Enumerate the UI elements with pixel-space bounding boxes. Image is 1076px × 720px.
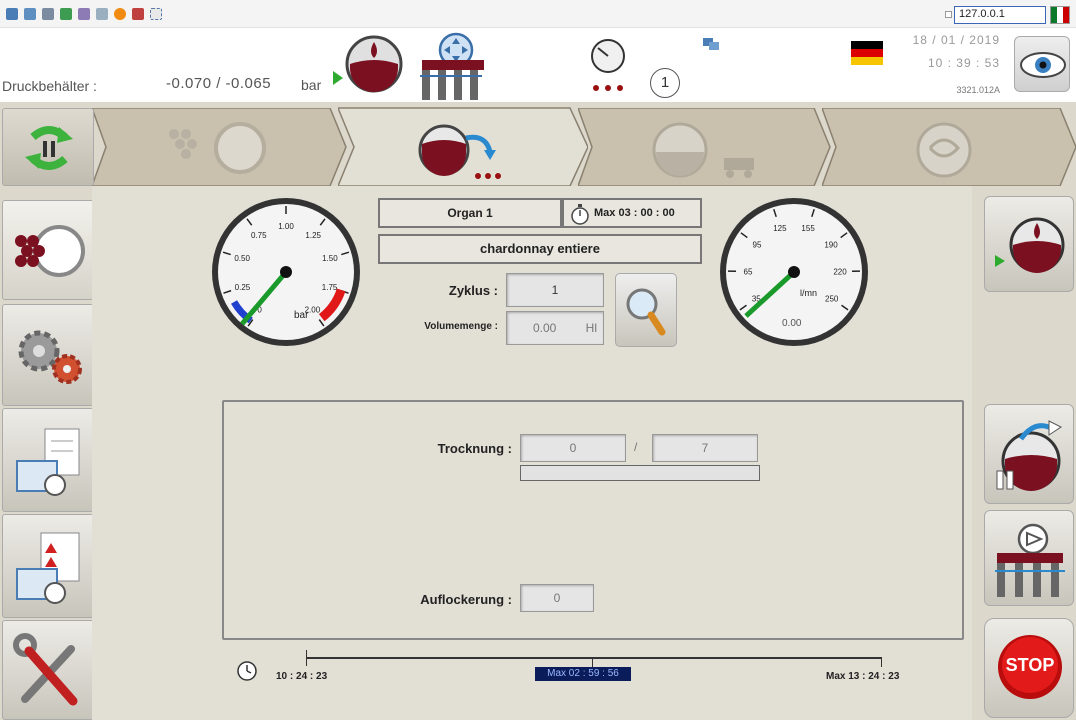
rotation-button[interactable]	[984, 404, 1074, 504]
play-arrow-icon	[333, 71, 343, 85]
pressure-tank-label: Druckbehälter :	[2, 78, 97, 94]
date-display: 18 / 01 / 2019	[912, 33, 1000, 47]
pressure-gauge-icon	[591, 39, 625, 91]
product-box[interactable]: chardonnay entiere	[378, 234, 702, 264]
pressure-tank-values: -0.070 / -0.065	[166, 75, 272, 92]
flow-gauge-unit: l/mn	[800, 288, 817, 298]
pressure-gauge-unit: bar	[294, 310, 309, 321]
pressure-unit: bar	[301, 77, 322, 93]
view-button[interactable]	[1014, 36, 1070, 92]
press-tank-icon	[345, 35, 403, 93]
trocknung-total-field[interactable]: 7	[652, 434, 758, 462]
top-toolbar: 127.0.0.1	[0, 0, 1076, 28]
stop-label: STOP	[1005, 655, 1055, 675]
timeline-end-tick	[881, 657, 882, 667]
press-rotate-icon	[996, 420, 1062, 491]
grapes-press-icon	[15, 225, 85, 277]
tools-icon[interactable]	[42, 8, 54, 20]
timeline-current-label: Max 02 : 59 : 56	[535, 667, 631, 681]
pressure-gauge-tick-label: 1.25	[305, 231, 321, 240]
document-calendar-icon	[16, 428, 80, 496]
max-timer-text: Max 03 : 00 : 00	[594, 207, 675, 219]
alarm-calendar-icon	[16, 532, 80, 604]
stopwatch-icon	[571, 204, 589, 225]
zyklus-label: Zyklus :	[448, 283, 498, 298]
flow-gauge-tick-label: 220	[833, 267, 847, 276]
pressure-gauge: 00.250.500.751.001.251.501.752.00 bar	[212, 198, 360, 346]
trocknung-current-field[interactable]: 0	[520, 434, 626, 462]
stop-button[interactable]: STOP	[984, 618, 1074, 718]
machine-code: 3321.012A	[956, 85, 1000, 95]
valves-button[interactable]	[984, 510, 1074, 606]
alert-icon[interactable]	[114, 8, 126, 20]
flow-gauge-tick-label: 250	[825, 294, 839, 303]
paint-icon[interactable]	[78, 8, 90, 20]
step-tab-cleaning[interactable]	[822, 108, 1076, 186]
press-play-icon	[995, 217, 1065, 273]
window-icon[interactable]	[6, 8, 18, 20]
flow-gauge-tick-label: 65	[744, 267, 753, 276]
cycle-toggle-button[interactable]	[2, 108, 94, 186]
maintenance-button[interactable]	[2, 620, 94, 720]
search-details-button[interactable]	[615, 273, 677, 347]
volumen-value: 0.00	[533, 321, 557, 335]
program-select-button[interactable]	[2, 200, 94, 300]
timeline-axis	[306, 657, 882, 659]
step-tab-pressing-active[interactable]	[338, 100, 588, 186]
flow-gauge-tick-label: 125	[773, 224, 787, 233]
trocknung-separator: /	[634, 440, 638, 454]
timeline-end-label: Max 13 : 24 : 23	[826, 671, 900, 682]
cycle-counter-badge: 1	[650, 68, 680, 98]
volumen-field[interactable]: 0.00 Hl	[506, 311, 604, 345]
pressure-gauge-tick-label: 0.75	[251, 231, 267, 240]
flag-italy-icon[interactable]	[1050, 6, 1070, 24]
volumen-unit: Hl	[585, 321, 597, 335]
pressure-gauge-tick-label: 1.75	[322, 283, 338, 292]
ip-address-field[interactable]: 127.0.0.1	[954, 6, 1046, 24]
pressure-gauge-tick-label: 1.00	[278, 222, 294, 231]
press-start-button[interactable]	[984, 196, 1074, 292]
network-status-icon	[703, 38, 719, 50]
pressure-gauge-tick-label: 0.25	[235, 283, 251, 292]
network-icon[interactable]	[132, 8, 144, 20]
auflockerung-label: Auflockerung :	[420, 592, 512, 607]
timeline-start-label: 10 : 24 : 23	[276, 671, 328, 682]
step-tab-filling[interactable]	[92, 108, 348, 186]
pressure-gauge-tick-label: 1.50	[322, 254, 338, 263]
valve-manifold-icon	[420, 32, 484, 100]
eye-icon	[1020, 52, 1066, 78]
flow-gauge: 356595125 155190220250 l/mn 0.00	[720, 198, 868, 346]
trocknung-progress-bar	[520, 465, 760, 481]
max-timer-box[interactable]: Max 03 : 00 : 00	[562, 198, 702, 228]
refresh-icon[interactable]	[60, 8, 72, 20]
cycle-arrows-icon	[25, 126, 73, 170]
program-name-box[interactable]: Organ 1	[378, 198, 562, 228]
tree-icon[interactable]	[24, 8, 36, 20]
volumen-label: Volumemenge :	[424, 321, 498, 332]
recipe-schedule-button[interactable]	[2, 408, 94, 512]
valve-control-icon	[995, 523, 1065, 597]
settings-button[interactable]	[2, 304, 94, 406]
trocknung-label: Trocknung :	[437, 441, 512, 456]
fullscreen-icon[interactable]	[150, 8, 162, 20]
alarm-log-button[interactable]	[2, 514, 94, 618]
gears-icon	[18, 330, 82, 384]
flow-gauge-tick-label: 95	[753, 241, 762, 250]
flag-germany-icon[interactable]	[851, 41, 883, 65]
auflockerung-field[interactable]: 0	[520, 584, 594, 612]
pressure-gauge-tick-label: 0.50	[234, 254, 250, 263]
magnifier-icon	[626, 288, 666, 336]
flow-gauge-value: 0.00	[782, 318, 802, 329]
flow-gauge-tick-label: 190	[824, 241, 838, 250]
flow-gauge-tick-label: 155	[801, 224, 815, 233]
timeline-current-tick	[592, 657, 593, 667]
timeline-start-tick	[306, 650, 307, 666]
clock-icon	[237, 661, 257, 681]
display-icon[interactable]	[96, 8, 108, 20]
time-display: 10 : 39 : 53	[927, 56, 1000, 70]
step-tab-emptying[interactable]	[578, 108, 832, 186]
zyklus-field[interactable]: 1	[506, 273, 604, 307]
ip-checkbox[interactable]	[945, 11, 952, 18]
wrench-screwdriver-icon	[13, 633, 78, 706]
